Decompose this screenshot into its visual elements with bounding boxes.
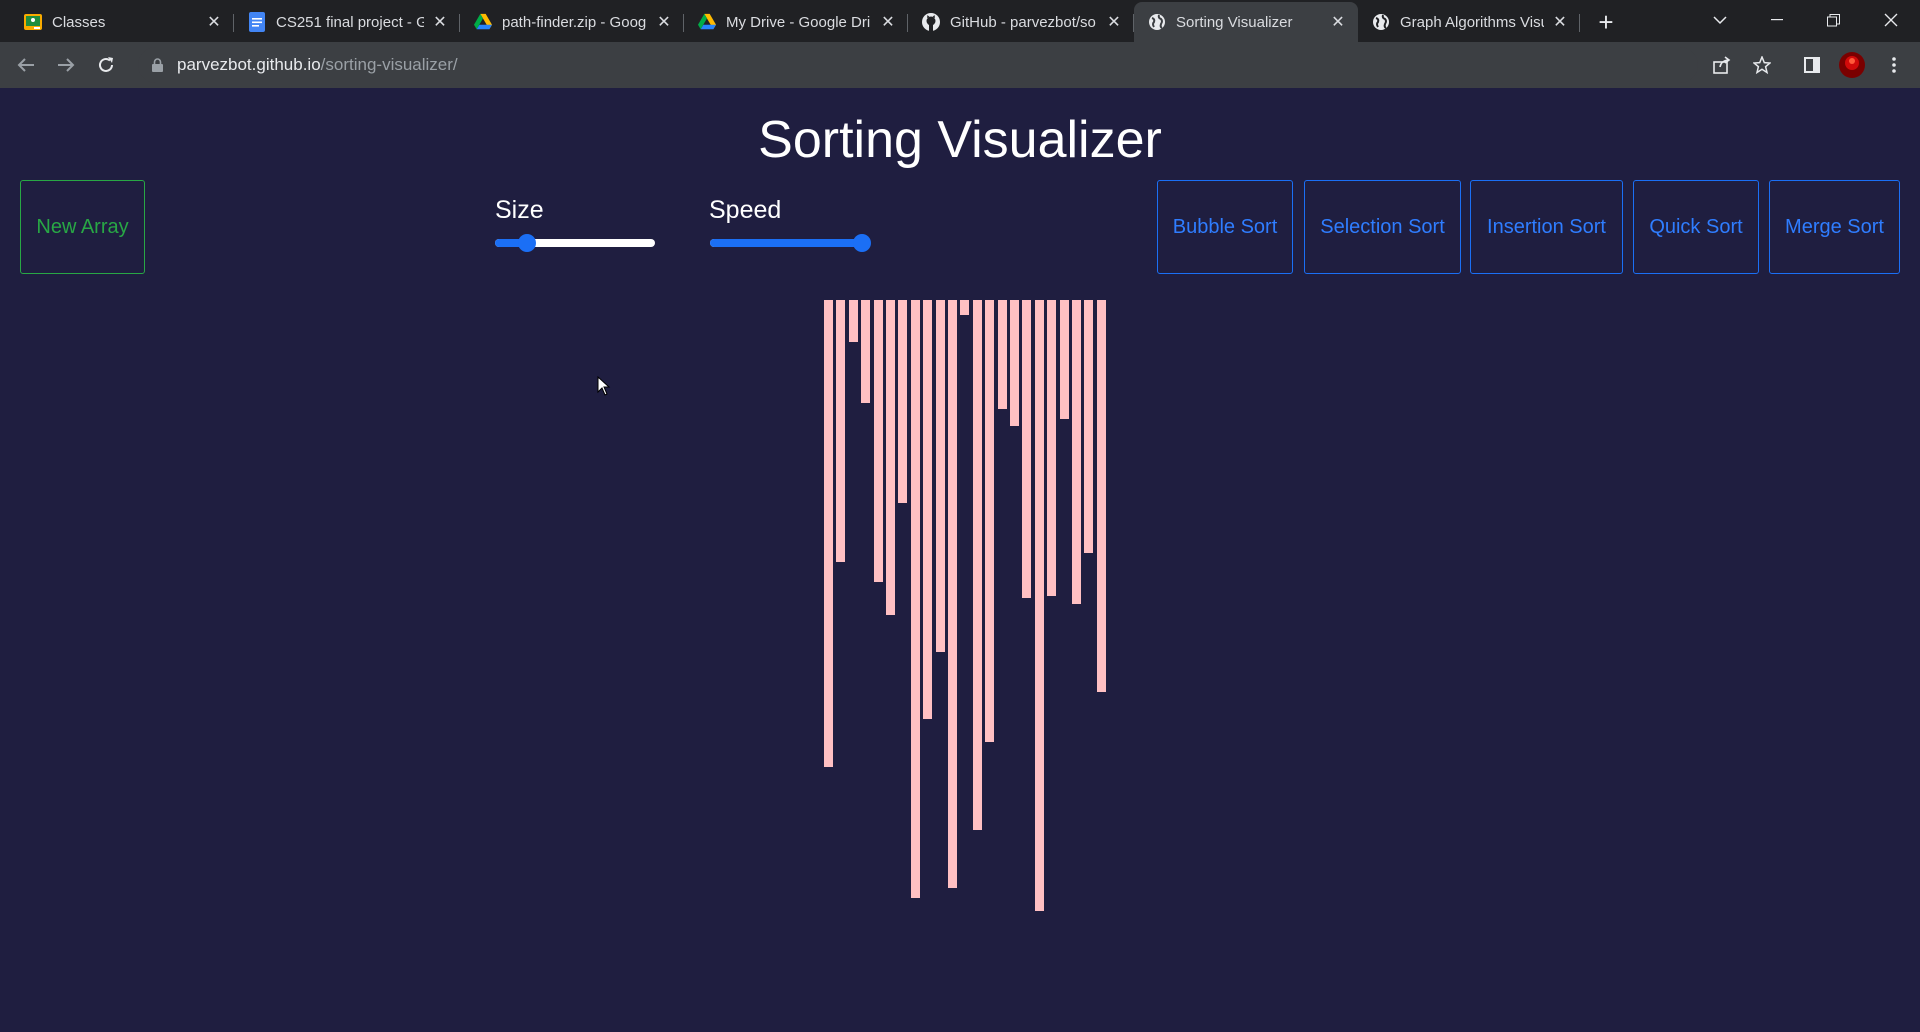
array-bar	[997, 300, 1007, 409]
page-content: Sorting Visualizer New Array Size Speed …	[0, 88, 1920, 1032]
tab-classes[interactable]: Classes ✕	[10, 4, 234, 40]
restore-icon[interactable]	[1810, 0, 1856, 40]
tab-title: CS251 final project - G	[276, 13, 424, 31]
array-bar	[935, 300, 945, 652]
mouse-cursor-icon	[597, 375, 611, 401]
close-icon[interactable]: ✕	[878, 12, 898, 32]
array-bar	[985, 300, 995, 742]
close-icon[interactable]: ✕	[654, 12, 674, 32]
array-bar	[861, 300, 871, 403]
close-icon[interactable]: ✕	[430, 12, 450, 32]
array-bar	[1034, 300, 1044, 911]
array-bar	[824, 300, 833, 767]
new-tab-plus-icon[interactable]: +	[1588, 4, 1624, 40]
bubble-sort-button[interactable]: Bubble Sort	[1157, 180, 1293, 274]
array-bar	[898, 300, 908, 503]
tab-separator	[1579, 14, 1580, 32]
google-drive-icon	[474, 13, 492, 31]
back-arrow-icon[interactable]	[8, 47, 44, 83]
array-bar	[972, 300, 982, 830]
forward-arrow-icon[interactable]	[48, 47, 84, 83]
address-bar[interactable]: parvezbot.github.io/sorting-visualizer/	[138, 47, 1698, 83]
array-bar	[1022, 300, 1032, 598]
page-title: Sorting Visualizer	[758, 111, 1162, 169]
insertion-sort-button[interactable]: Insertion Sort	[1470, 180, 1623, 274]
url-host: parvezbot.github.io	[177, 55, 321, 74]
array-bar	[1084, 300, 1094, 553]
size-slider-thumb[interactable]	[518, 234, 536, 252]
window-close-icon[interactable]	[1866, 0, 1916, 40]
speed-slider-track[interactable]	[710, 239, 870, 247]
tab-search-chevron-icon[interactable]	[1700, 0, 1740, 40]
quick-sort-button[interactable]: Quick Sort	[1633, 180, 1759, 274]
tab-title: GitHub - parvezbot/so	[950, 13, 1096, 31]
selection-sort-button[interactable]: Selection Sort	[1304, 180, 1461, 274]
array-bar	[948, 300, 957, 888]
array-bars	[824, 300, 1106, 920]
browser-tabstrip: Classes ✕ CS251 final project - G ✕ path…	[0, 0, 1920, 42]
speed-label: Speed	[709, 196, 782, 224]
tab-my-drive[interactable]: My Drive - Google Dri ✕	[684, 4, 908, 40]
array-bar	[836, 300, 846, 562]
more-vertical-icon[interactable]	[1876, 47, 1912, 83]
array-bar	[923, 300, 933, 719]
close-icon[interactable]: ✕	[1550, 12, 1570, 32]
github-icon	[922, 13, 940, 31]
reload-icon[interactable]	[88, 47, 124, 83]
tab-graph-algorithms[interactable]: Graph Algorithms Visu ✕	[1358, 4, 1580, 40]
array-bar	[1010, 300, 1019, 426]
tab-title: path-finder.zip - Goog	[502, 13, 647, 31]
tab-title: Sorting Visualizer	[1176, 13, 1293, 31]
tab-path-finder-zip[interactable]: path-finder.zip - Goog ✕	[460, 4, 684, 40]
globe-icon	[1372, 13, 1390, 31]
close-icon[interactable]: ✕	[1328, 12, 1348, 32]
array-bar	[1072, 300, 1081, 604]
array-bar	[960, 300, 970, 315]
google-docs-icon	[248, 12, 266, 32]
google-classroom-icon	[24, 13, 42, 31]
new-array-button[interactable]: New Array	[20, 180, 145, 274]
array-bar	[848, 300, 858, 342]
merge-sort-button[interactable]: Merge Sort	[1769, 180, 1900, 274]
tab-title: Graph Algorithms Visu	[1400, 13, 1544, 31]
tab-cs251-final-project[interactable]: CS251 final project - G ✕	[234, 4, 460, 40]
tab-title: Classes	[52, 13, 106, 31]
browser-toolbar: parvezbot.github.io/sorting-visualizer/	[0, 42, 1920, 88]
close-icon[interactable]: ✕	[204, 12, 224, 32]
globe-icon	[1148, 13, 1166, 31]
tab-sorting-visualizer[interactable]: Sorting Visualizer ✕	[1134, 2, 1358, 42]
side-panel-icon[interactable]	[1794, 47, 1830, 83]
google-drive-icon	[698, 13, 716, 31]
share-icon[interactable]	[1704, 47, 1740, 83]
bookmark-star-icon[interactable]	[1744, 47, 1780, 83]
lock-icon[interactable]	[152, 58, 163, 72]
speed-slider-thumb[interactable]	[853, 234, 871, 252]
tab-github[interactable]: GitHub - parvezbot/so ✕	[908, 4, 1134, 40]
tab-title: My Drive - Google Dri	[726, 13, 871, 31]
speed-slider-fill	[710, 239, 862, 247]
minimize-icon[interactable]	[1754, 0, 1800, 40]
size-label: Size	[495, 196, 544, 224]
array-bar	[910, 300, 920, 898]
close-icon[interactable]: ✕	[1104, 12, 1124, 32]
url-path: /sorting-visualizer/	[320, 55, 458, 74]
profile-avatar[interactable]	[1834, 47, 1870, 83]
array-bar	[1059, 300, 1069, 419]
array-bar	[1047, 300, 1057, 596]
array-bar	[873, 300, 883, 582]
array-bar	[886, 300, 895, 615]
array-bar	[1096, 300, 1106, 692]
